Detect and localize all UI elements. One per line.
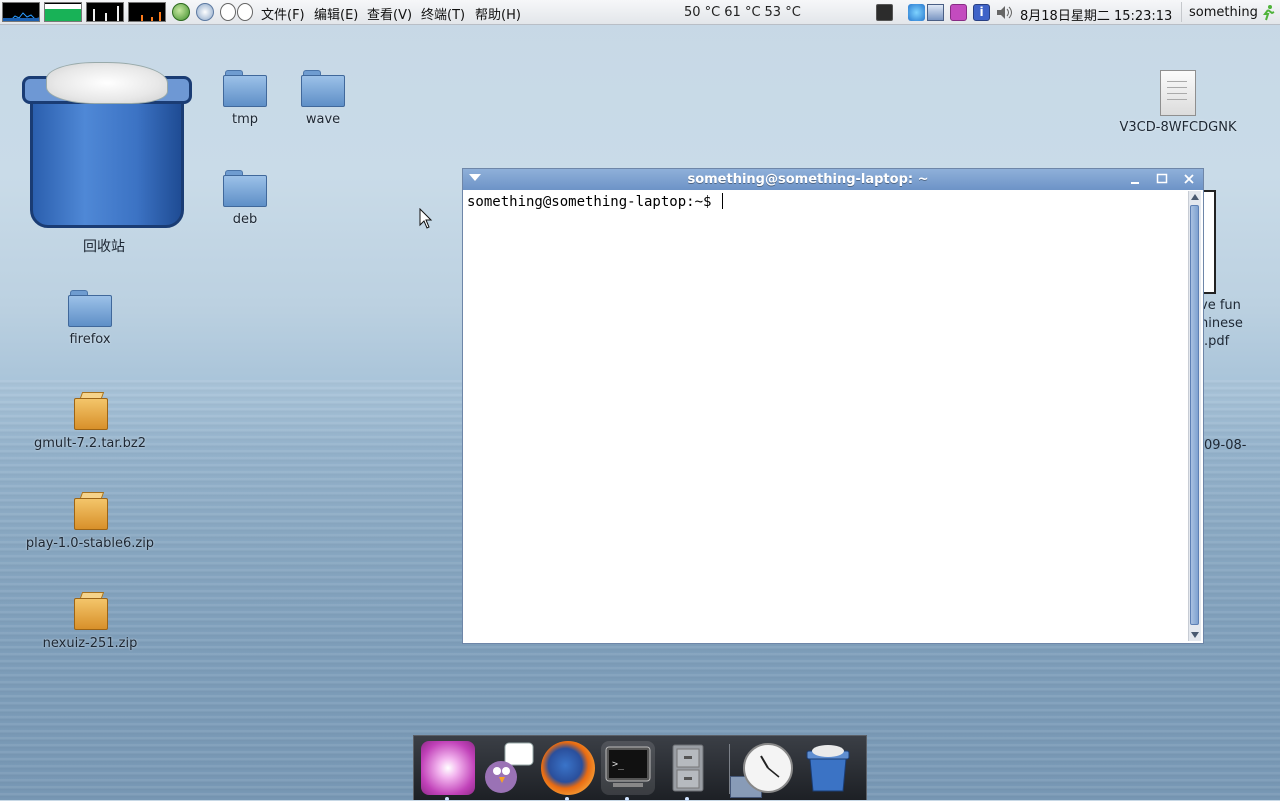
folder-label: wave	[305, 112, 341, 127]
pdf-label-line1: ve fun	[1200, 298, 1241, 313]
folder-deb[interactable]: deb	[215, 170, 275, 227]
folder-icon	[223, 170, 267, 207]
folder-firefox[interactable]: firefox	[58, 290, 122, 347]
archive-label: nexuiz-251.zip	[42, 636, 138, 651]
eyes-right-icon	[237, 3, 253, 21]
network-manager-icon[interactable]	[927, 4, 944, 21]
pdf-label-line2: hinese	[1200, 316, 1243, 331]
trash-paper-icon	[46, 62, 168, 104]
firefox-icon[interactable]	[541, 741, 595, 801]
folder-tmp[interactable]: tmp	[215, 70, 275, 127]
update-notifier-icon[interactable]	[908, 4, 925, 21]
trash-label: 回收站	[83, 239, 125, 255]
folder-icon	[68, 290, 112, 327]
scroll-up-arrow-icon[interactable]	[1191, 194, 1199, 200]
volume-icon[interactable]	[995, 4, 1015, 21]
network-spin-icon[interactable]	[196, 3, 214, 21]
text-cursor	[721, 193, 723, 209]
folder-wave[interactable]: wave	[293, 70, 353, 127]
scroll-thumb[interactable]	[1190, 205, 1199, 625]
terminal-titlebar[interactable]: something@something-laptop: ~	[463, 169, 1203, 190]
clock-icon[interactable]	[741, 741, 795, 795]
terminal-window[interactable]: something@something-laptop: ~ something@…	[462, 168, 1204, 644]
eyes-left-icon	[220, 3, 236, 21]
file-cabinet-icon[interactable]	[661, 741, 715, 801]
dock: >_	[413, 735, 867, 801]
terminal-output[interactable]: something@something-laptop:~$	[465, 192, 1187, 641]
info-icon[interactable]: i	[973, 4, 990, 21]
menu-file[interactable]: 文件(F)	[261, 4, 305, 23]
trash-dock-icon[interactable]	[801, 741, 855, 795]
terminal-icon[interactable]: >_	[601, 741, 655, 801]
minimize-icon[interactable]	[1127, 172, 1143, 186]
package-icon	[72, 390, 108, 430]
text-document-icon	[1160, 70, 1196, 116]
settings-tray-icon[interactable]	[950, 4, 967, 21]
folder-icon	[223, 70, 267, 107]
archive-nexuiz[interactable]: nexuiz-251.zip	[30, 590, 150, 651]
disk-monitor-applet[interactable]	[128, 2, 166, 22]
top-panel: 文件(F) 编辑(E) 查看(V) 终端(T) 帮助(H) 50 °C 61 °C…	[0, 0, 1280, 25]
shell-prompt-text: something@something-laptop:~$	[467, 194, 720, 210]
svg-text:>_: >_	[612, 759, 625, 770]
archive-play[interactable]: play-1.0-stable6.zip	[20, 490, 160, 551]
folder-label: firefox	[69, 332, 111, 347]
panel-separator	[1181, 2, 1182, 22]
settings-icon[interactable]	[421, 741, 475, 801]
user-switcher[interactable]: something	[1189, 5, 1258, 20]
temp-1: 50 °C	[684, 5, 721, 20]
package-icon	[72, 490, 108, 530]
trash-bin-body	[30, 88, 184, 228]
globe-icon[interactable]	[172, 3, 190, 21]
trash-desktop-icon[interactable]: 回收站	[18, 58, 192, 258]
menu-view[interactable]: 查看(V)	[367, 4, 412, 23]
close-icon[interactable]	[1181, 172, 1197, 186]
temperature-readout: 50 °C 61 °C 53 °C	[684, 5, 805, 20]
terminal-tray-icon[interactable]	[876, 4, 893, 21]
partial-file-label: 09-08-	[1204, 438, 1247, 453]
document-v3cd[interactable]: V3CD-8WFCDGNK	[1118, 70, 1238, 135]
temp-2: 61 °C	[724, 5, 761, 20]
temp-3: 53 °C	[764, 5, 801, 20]
package-icon	[72, 590, 108, 630]
folder-label: deb	[232, 212, 258, 227]
archive-gmult[interactable]: gmult-7.2.tar.bz2	[30, 390, 150, 451]
folder-icon	[301, 70, 345, 107]
document-label: V3CD-8WFCDGNK	[1119, 120, 1237, 135]
menu-terminal[interactable]: 终端(T)	[421, 4, 465, 23]
clock[interactable]: 8月18日星期二 15:23:13	[1020, 5, 1172, 24]
maximize-icon[interactable]	[1154, 172, 1170, 186]
archive-label: gmult-7.2.tar.bz2	[33, 436, 147, 451]
scroll-down-arrow-icon[interactable]	[1191, 632, 1199, 638]
menu-edit[interactable]: 编辑(E)	[314, 4, 358, 23]
menu-help[interactable]: 帮助(H)	[475, 4, 521, 23]
shell-prompt: something@something-laptop:~$	[467, 193, 723, 210]
mouse-pointer-icon	[419, 208, 433, 229]
network-monitor-applet[interactable]	[86, 2, 124, 22]
pdf-label-line3: .pdf	[1204, 334, 1230, 349]
memory-monitor-applet[interactable]	[44, 2, 82, 22]
archive-label: play-1.0-stable6.zip	[25, 536, 155, 551]
terminal-scrollbar[interactable]	[1188, 191, 1201, 641]
cpu-monitor-applet[interactable]	[2, 2, 40, 22]
pidgin-icon[interactable]	[481, 741, 535, 795]
terminal-title: something@something-laptop: ~	[687, 172, 929, 187]
logout-icon[interactable]	[1259, 4, 1276, 21]
folder-label: tmp	[231, 112, 258, 127]
